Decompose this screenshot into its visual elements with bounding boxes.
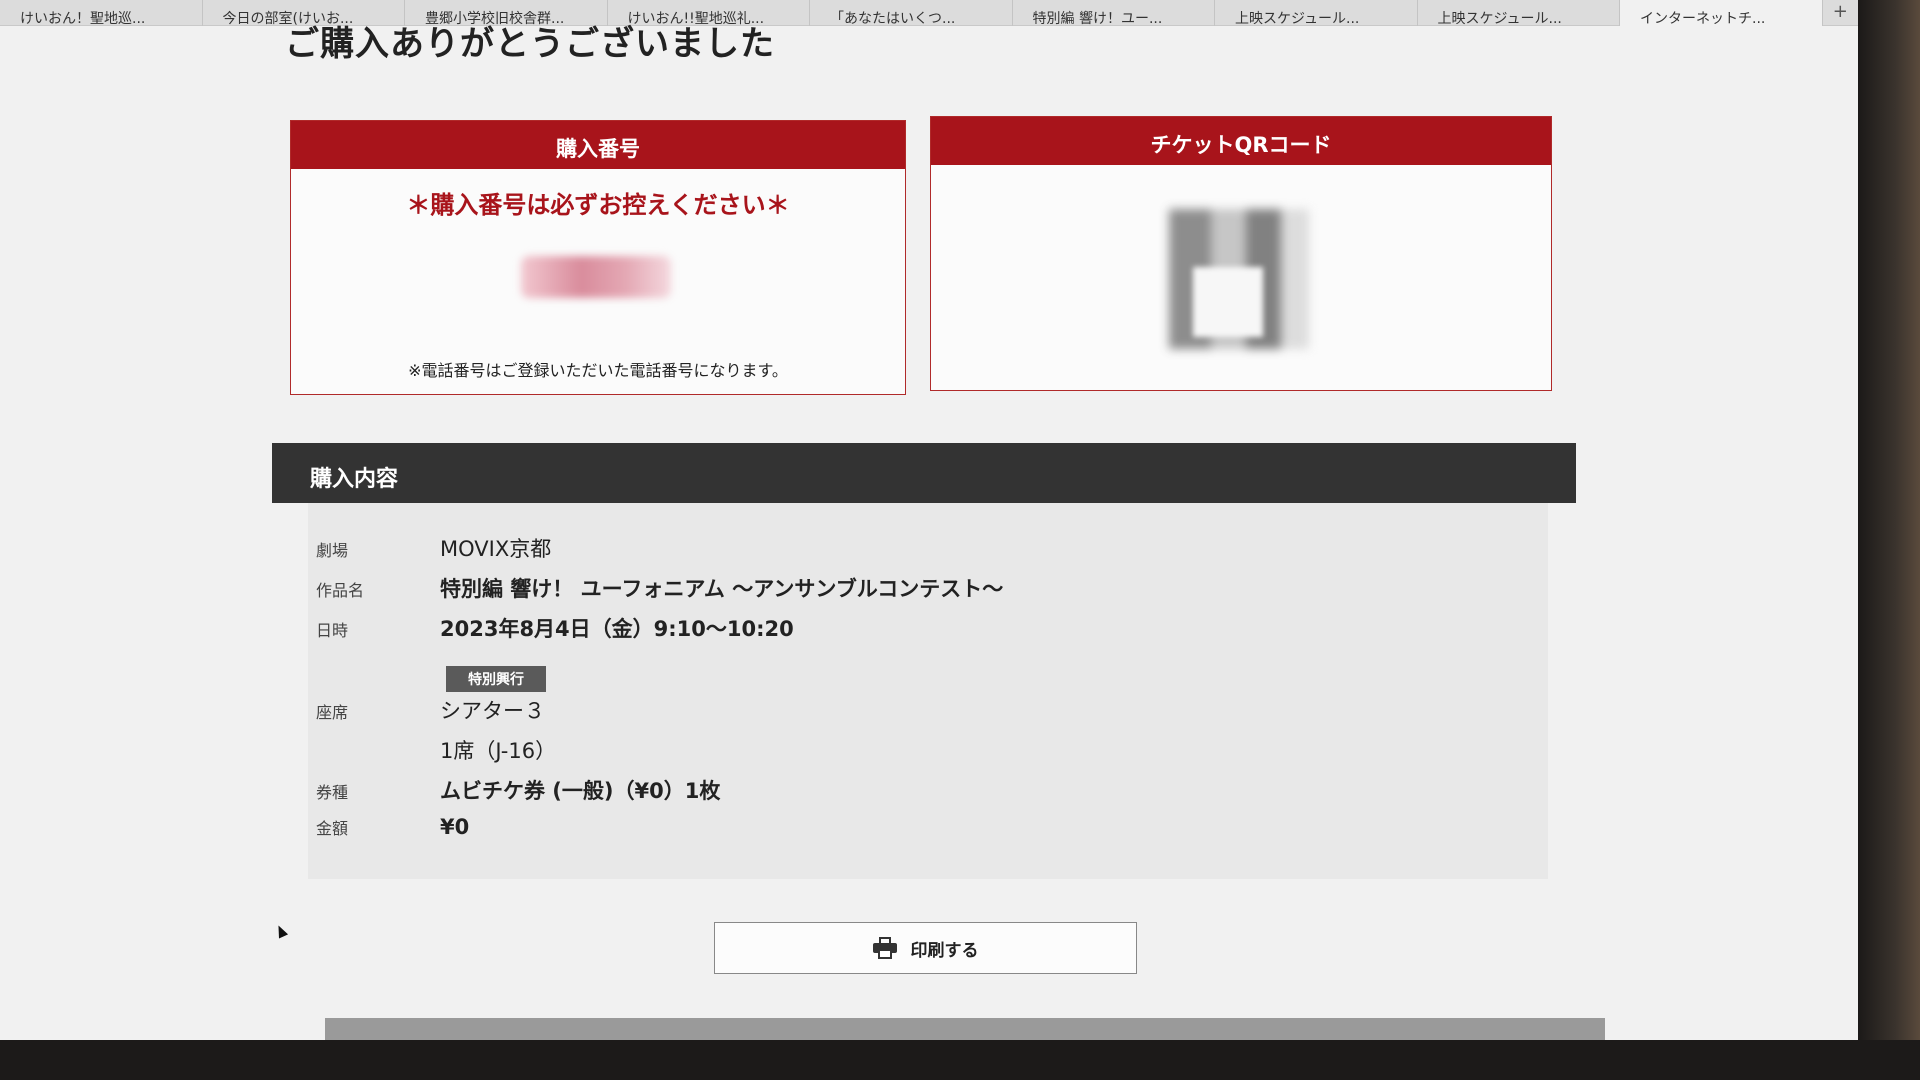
seat-number-row: 1席（J-16） — [440, 735, 556, 765]
title-value: 特別編 響け！ ユーフォニアム ～アンサンブルコンテスト～ — [440, 577, 1004, 601]
title-label: 作品名 — [316, 581, 365, 600]
page-footer-bar — [325, 1018, 1605, 1040]
special-screening-badge: 特別興行 — [446, 666, 546, 692]
laptop-bezel-bottom — [0, 1040, 1920, 1080]
browser-tab-bar: けいおん！聖地巡... 今日の部室(けいお... 豊郷小学校旧校舎群... けい… — [0, 0, 1858, 26]
title-row: 作品名 特別編 響け！ ユーフォニアム ～アンサンブルコンテスト～ — [308, 573, 1003, 603]
ticket-qr-title: チケットQRコード — [931, 117, 1551, 165]
browser-tab[interactable]: けいおん！聖地巡... — [0, 0, 203, 26]
purchase-details-panel: 劇場 MOVIX京都 作品名 特別編 響け！ ユーフォニアム ～アンサンブルコン… — [308, 503, 1548, 879]
theater-label: 劇場 — [316, 541, 349, 560]
browser-tab-active[interactable]: インターネットチ... — [1620, 0, 1823, 26]
browser-screen: けいおん！聖地巡... 今日の部室(けいお... 豊郷小学校旧校舎群... けい… — [0, 0, 1858, 1040]
seat-row: 座席 シアター３ — [308, 695, 545, 725]
page-title: ご購入ありがとうございました — [285, 24, 775, 64]
purchase-number-notice: ＊購入番号は必ずお控えください＊ — [406, 191, 790, 219]
seat-label: 座席 — [316, 703, 349, 722]
theater-value: MOVIX京都 — [440, 537, 552, 561]
laptop-bezel-right — [1858, 0, 1920, 1080]
theater-row: 劇場 MOVIX京都 — [308, 533, 551, 563]
print-button[interactable]: 印刷する — [714, 922, 1137, 974]
amount-label: 金額 — [316, 819, 349, 838]
purchase-number-card: 購入番号 ＊購入番号は必ずお控えください＊ ※電話番号はご登録いただいた電話番号… — [290, 120, 906, 395]
seat-screen: シアター３ — [440, 699, 545, 723]
datetime-value: 2023年8月4日（金）9:10～10:20 — [440, 617, 794, 641]
mouse-cursor-icon — [273, 923, 289, 939]
purchase-number-redacted — [521, 256, 671, 298]
printer-icon — [872, 937, 897, 959]
browser-tab[interactable]: 上映スケジュール... — [1215, 0, 1418, 26]
ticket-type-row: 券種 ムビチケ券 (一般)（¥0）1枚 — [308, 775, 720, 805]
phone-number-note: ※電話番号はご登録いただいた電話番号になります。 — [408, 361, 788, 380]
ticket-qr-card: チケットQRコード — [930, 116, 1552, 391]
ticket-type-label: 券種 — [316, 783, 349, 802]
purchase-details-header: 購入内容 — [272, 443, 1576, 503]
browser-tab[interactable]: 特別編 響け！ユー... — [1013, 0, 1215, 26]
datetime-row: 日時 2023年8月4日（金）9:10～10:20 — [308, 613, 794, 643]
seat-value: 1席（J-16） — [440, 739, 557, 763]
new-tab-button[interactable]: + — [1823, 0, 1858, 26]
browser-tab[interactable]: 「あなたはいくつ... — [810, 0, 1013, 26]
purchase-number-title: 購入番号 — [291, 121, 905, 169]
ticket-type-value: ムビチケ券 (一般)（¥0）1枚 — [440, 779, 721, 803]
amount-value: ¥0 — [440, 815, 470, 839]
browser-tab[interactable]: 上映スケジュール... — [1418, 0, 1620, 26]
qr-code-redacted-highlight — [1193, 267, 1263, 337]
datetime-label: 日時 — [316, 621, 349, 640]
amount-row: 金額 ¥0 — [308, 815, 469, 839]
print-button-label: 印刷する — [910, 940, 979, 961]
